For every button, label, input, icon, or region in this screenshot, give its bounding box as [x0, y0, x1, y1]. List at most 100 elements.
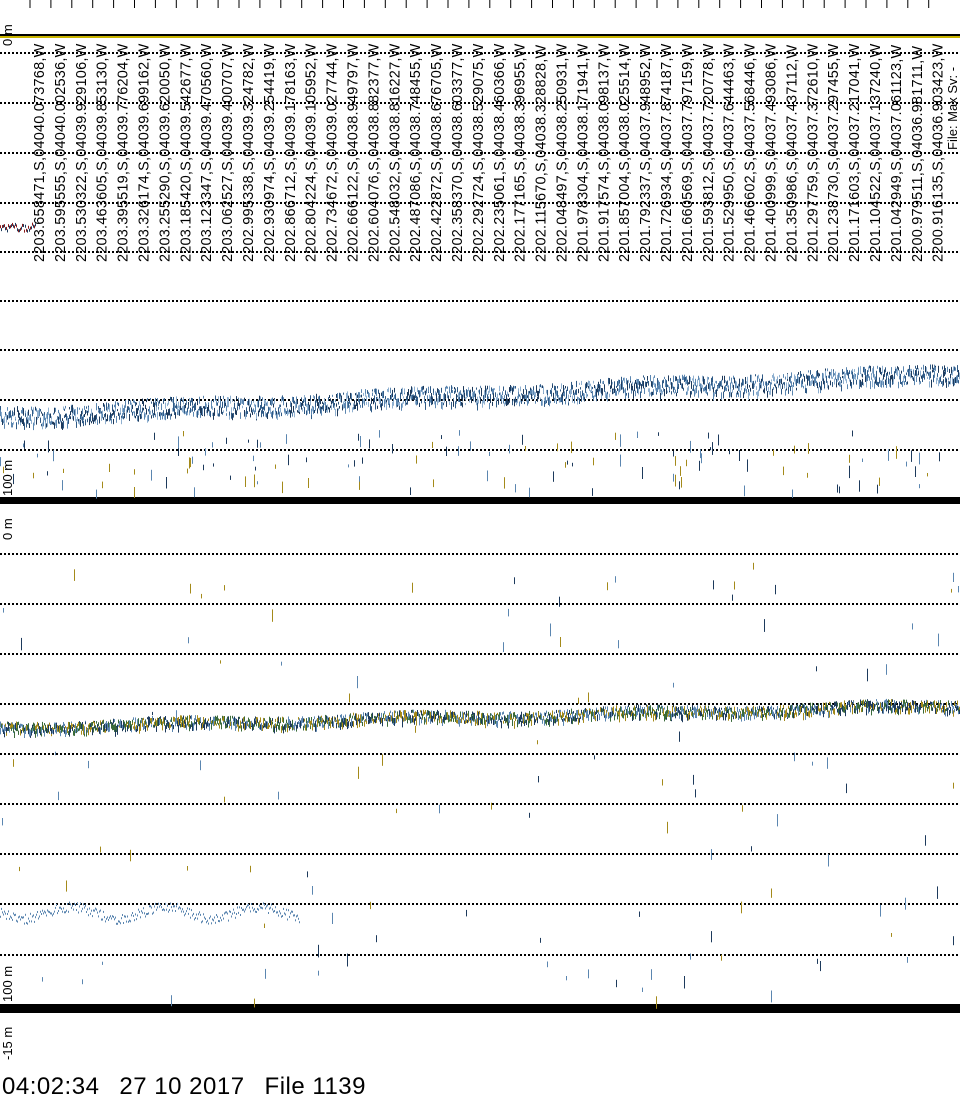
noise-mark — [578, 697, 579, 704]
echo-mark — [219, 920, 220, 923]
echo-mark — [824, 707, 825, 714]
echo-mark — [508, 400, 509, 405]
echo-mark — [579, 382, 580, 385]
echo-mark — [540, 384, 541, 388]
echo-mark — [225, 911, 226, 914]
echo-mark — [692, 388, 693, 391]
echo-mark — [80, 414, 81, 419]
echo-mark — [646, 704, 647, 707]
echo-mark — [337, 393, 338, 399]
echo-mark — [474, 394, 475, 398]
echo-mark — [714, 383, 715, 389]
echo-mark — [263, 902, 264, 905]
echo-mark — [735, 715, 736, 719]
echo-mark — [293, 397, 294, 404]
echo-mark — [838, 372, 839, 381]
echo-mark — [69, 729, 70, 737]
echo-mark — [406, 713, 407, 717]
echo-mark — [808, 711, 809, 717]
echo-mark — [591, 716, 592, 722]
noise-mark — [362, 457, 363, 464]
echo-mark — [277, 412, 278, 420]
noise-mark — [828, 854, 829, 867]
echo-mark — [750, 714, 751, 721]
echo-mark — [501, 716, 502, 721]
echo-mark — [237, 720, 238, 725]
echo-mark — [954, 701, 955, 706]
echo-mark — [398, 398, 399, 403]
echo-mark — [502, 712, 503, 715]
echo-mark — [796, 705, 797, 709]
echo-mark — [277, 911, 278, 914]
echo-mark — [162, 722, 163, 731]
echo-mark — [723, 714, 724, 721]
echo-mark — [690, 391, 691, 398]
echo-mark — [6, 416, 7, 423]
echo-mark — [708, 377, 709, 380]
noise-mark — [529, 812, 530, 818]
echo-mark — [309, 721, 310, 724]
echo-mark — [928, 372, 929, 376]
echo-mark — [342, 404, 343, 407]
echo-mark — [182, 717, 183, 724]
echo-mark — [637, 707, 638, 716]
echo-mark — [684, 706, 685, 714]
echo-mark — [770, 382, 771, 390]
echo-mark — [184, 405, 185, 413]
echo-mark — [360, 404, 361, 408]
echo-mark — [233, 908, 234, 911]
echo-mark — [163, 410, 164, 417]
echo-mark — [903, 699, 904, 708]
echo-mark — [106, 402, 107, 411]
echo-mark — [94, 909, 95, 912]
noise-mark — [379, 430, 380, 438]
echo-mark — [405, 401, 406, 406]
echo-mark — [37, 721, 38, 727]
noise-mark — [891, 933, 892, 937]
echo-mark — [261, 906, 262, 909]
echo-mark — [493, 716, 494, 720]
noise-mark — [741, 901, 742, 914]
echo-mark — [580, 391, 581, 398]
echo-mark — [30, 226, 31, 230]
echo-mark — [57, 416, 58, 420]
echo-mark — [371, 397, 372, 404]
echo-mark — [810, 381, 811, 386]
echo-mark — [825, 702, 826, 711]
echo-mark — [160, 716, 161, 719]
echo-mark — [65, 405, 66, 409]
echo-mark — [849, 370, 850, 374]
echo-mark — [717, 715, 718, 720]
echo-mark — [291, 910, 292, 913]
echo-mark — [427, 395, 428, 402]
echo-mark — [678, 707, 679, 713]
echo-mark — [573, 393, 574, 396]
echo-mark — [545, 396, 546, 405]
echo-mark — [849, 700, 850, 707]
echo-mark — [559, 709, 560, 716]
echo-mark — [54, 910, 55, 913]
echo-mark — [388, 715, 389, 720]
echo-mark — [368, 401, 369, 407]
echo-mark — [234, 911, 235, 914]
echo-mark — [834, 708, 835, 715]
echo-mark — [286, 402, 287, 408]
echo-mark — [134, 723, 135, 731]
echo-mark — [14, 731, 15, 738]
echo-mark — [800, 371, 801, 378]
echo-mark — [625, 713, 626, 722]
echo-mark — [104, 916, 105, 919]
echo-mark — [68, 418, 69, 424]
echo-mark — [624, 377, 625, 383]
echo-mark — [355, 713, 356, 721]
echo-mark — [343, 401, 344, 409]
echo-mark — [212, 918, 213, 921]
echo-mark — [819, 708, 820, 712]
echo-mark — [534, 717, 535, 725]
echo-mark — [835, 702, 836, 707]
echo-mark — [884, 369, 885, 376]
echo-mark — [818, 387, 819, 394]
echo-mark — [125, 723, 126, 731]
echo-mark — [311, 408, 312, 416]
echo-mark — [18, 730, 19, 735]
